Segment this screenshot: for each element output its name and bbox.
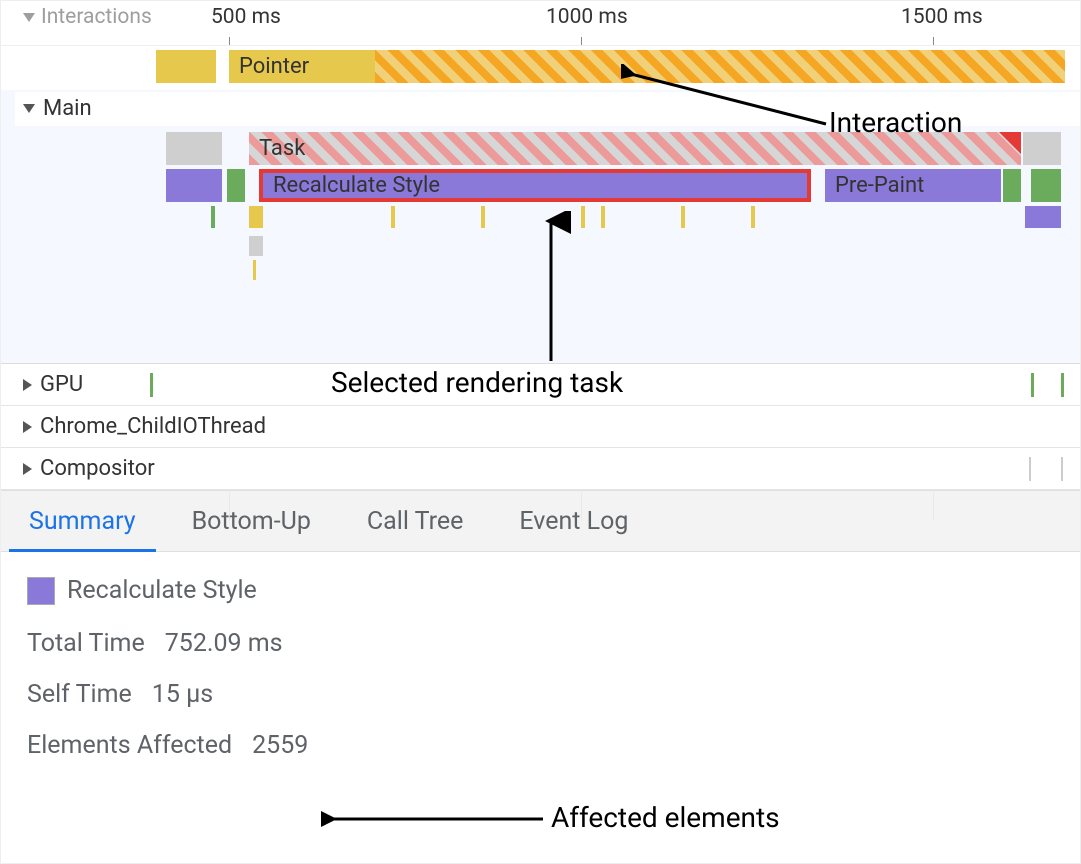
main-label: Main — [43, 96, 92, 121]
ruler-tick-1000: 1000 ms — [546, 5, 628, 29]
main-thread-header[interactable]: Main — [23, 96, 92, 121]
elements-affected-label: Elements Affected — [27, 731, 232, 760]
compositor-mark — [1029, 457, 1031, 481]
self-time-label: Self Time — [27, 680, 132, 709]
task-label: Task — [259, 136, 305, 161]
yellow-tick — [681, 206, 685, 228]
interactions-label-text: Interactions — [41, 5, 152, 29]
summary-title-text: Recalculate Style — [67, 576, 257, 605]
yellow-tick — [391, 206, 395, 228]
gpu-mark — [150, 373, 153, 397]
task-block-end[interactable] — [1023, 132, 1061, 165]
long-task-warning-icon — [999, 132, 1021, 154]
summary-elements-affected-row: Elements Affected 2559 — [27, 731, 1054, 760]
green-block-tail[interactable] — [1031, 169, 1061, 202]
elements-affected-value: 2559 — [252, 731, 308, 760]
summary-event-title: Recalculate Style — [27, 576, 1054, 605]
purple-block-small[interactable] — [166, 169, 222, 202]
interactions-section-label[interactable]: Interactions — [23, 5, 152, 29]
pointer-interaction-bar[interactable]: Pointer — [229, 50, 375, 83]
gpu-track[interactable]: GPU — [1, 364, 1080, 406]
compositor-track[interactable]: Compositor — [1, 448, 1080, 490]
pre-paint-label: Pre-Paint — [835, 173, 924, 198]
chevron-down-icon — [23, 104, 35, 113]
chevron-down-icon — [23, 13, 35, 22]
gpu-label: GPU — [40, 372, 83, 397]
flame-chart[interactable]: Task Recalculate Style Pre-Paint — [1, 130, 1080, 286]
green-block-pre[interactable] — [227, 169, 245, 202]
task-block-small[interactable] — [166, 132, 222, 165]
interaction-long-segment[interactable] — [375, 50, 1065, 83]
compositor-label: Compositor — [40, 456, 155, 481]
interaction-track: Pointer — [1, 46, 1080, 90]
child-io-thread-track[interactable]: Chrome_ChildIOThread — [1, 406, 1080, 448]
green-tick — [211, 206, 215, 228]
gpu-mark — [1031, 373, 1034, 397]
pre-paint-block[interactable]: Pre-Paint — [825, 169, 1001, 202]
summary-panel: Recalculate Style Total Time 752.09 ms S… — [1, 552, 1080, 806]
main-thread-section: Main Task Recalculate Style Pre-Paint — [1, 90, 1080, 364]
purple-sub-block[interactable] — [1025, 206, 1061, 228]
tab-event-log[interactable]: Event Log — [491, 491, 656, 551]
arrow-affected-elements — [321, 801, 551, 837]
child-io-label: Chrome_ChildIOThread — [40, 414, 266, 439]
tab-call-tree[interactable]: Call Tree — [339, 491, 492, 551]
yellow-tick — [481, 206, 485, 228]
timeline-ruler: Interactions 500 ms 1000 ms 1500 ms — [1, 1, 1080, 46]
total-time-label: Total Time — [27, 629, 145, 658]
tab-summary[interactable]: Summary — [1, 491, 164, 551]
yellow-tick — [253, 260, 256, 280]
yellow-tick — [581, 206, 585, 228]
recalc-style-label: Recalculate Style — [273, 173, 440, 198]
chevron-right-icon — [23, 463, 32, 475]
task-block-long[interactable]: Task — [249, 132, 1021, 165]
recalculate-style-block[interactable]: Recalculate Style — [259, 169, 811, 202]
yellow-tick — [601, 206, 605, 228]
gray-sub-block[interactable] — [249, 236, 263, 256]
pointer-label: Pointer — [239, 54, 309, 79]
ruler-tick-500: 500 ms — [211, 5, 281, 29]
summary-total-time-row: Total Time 752.09 ms — [27, 629, 1054, 658]
summary-self-time-row: Self Time 15 µs — [27, 680, 1054, 709]
chevron-right-icon — [23, 421, 32, 433]
total-time-value: 752.09 ms — [165, 629, 283, 658]
tab-bottom-up[interactable]: Bottom-Up — [164, 491, 339, 551]
compositor-mark — [1061, 457, 1063, 481]
interaction-block-pre[interactable] — [156, 50, 216, 83]
self-time-value: 15 µs — [152, 680, 213, 709]
yellow-tick — [751, 206, 755, 228]
chevron-right-icon — [23, 379, 32, 391]
gpu-mark — [1061, 373, 1064, 397]
yellow-sub-block[interactable] — [249, 206, 263, 228]
ruler-tick-1500: 1500 ms — [901, 5, 983, 29]
event-color-swatch — [27, 577, 55, 605]
green-block-post[interactable] — [1003, 169, 1021, 202]
